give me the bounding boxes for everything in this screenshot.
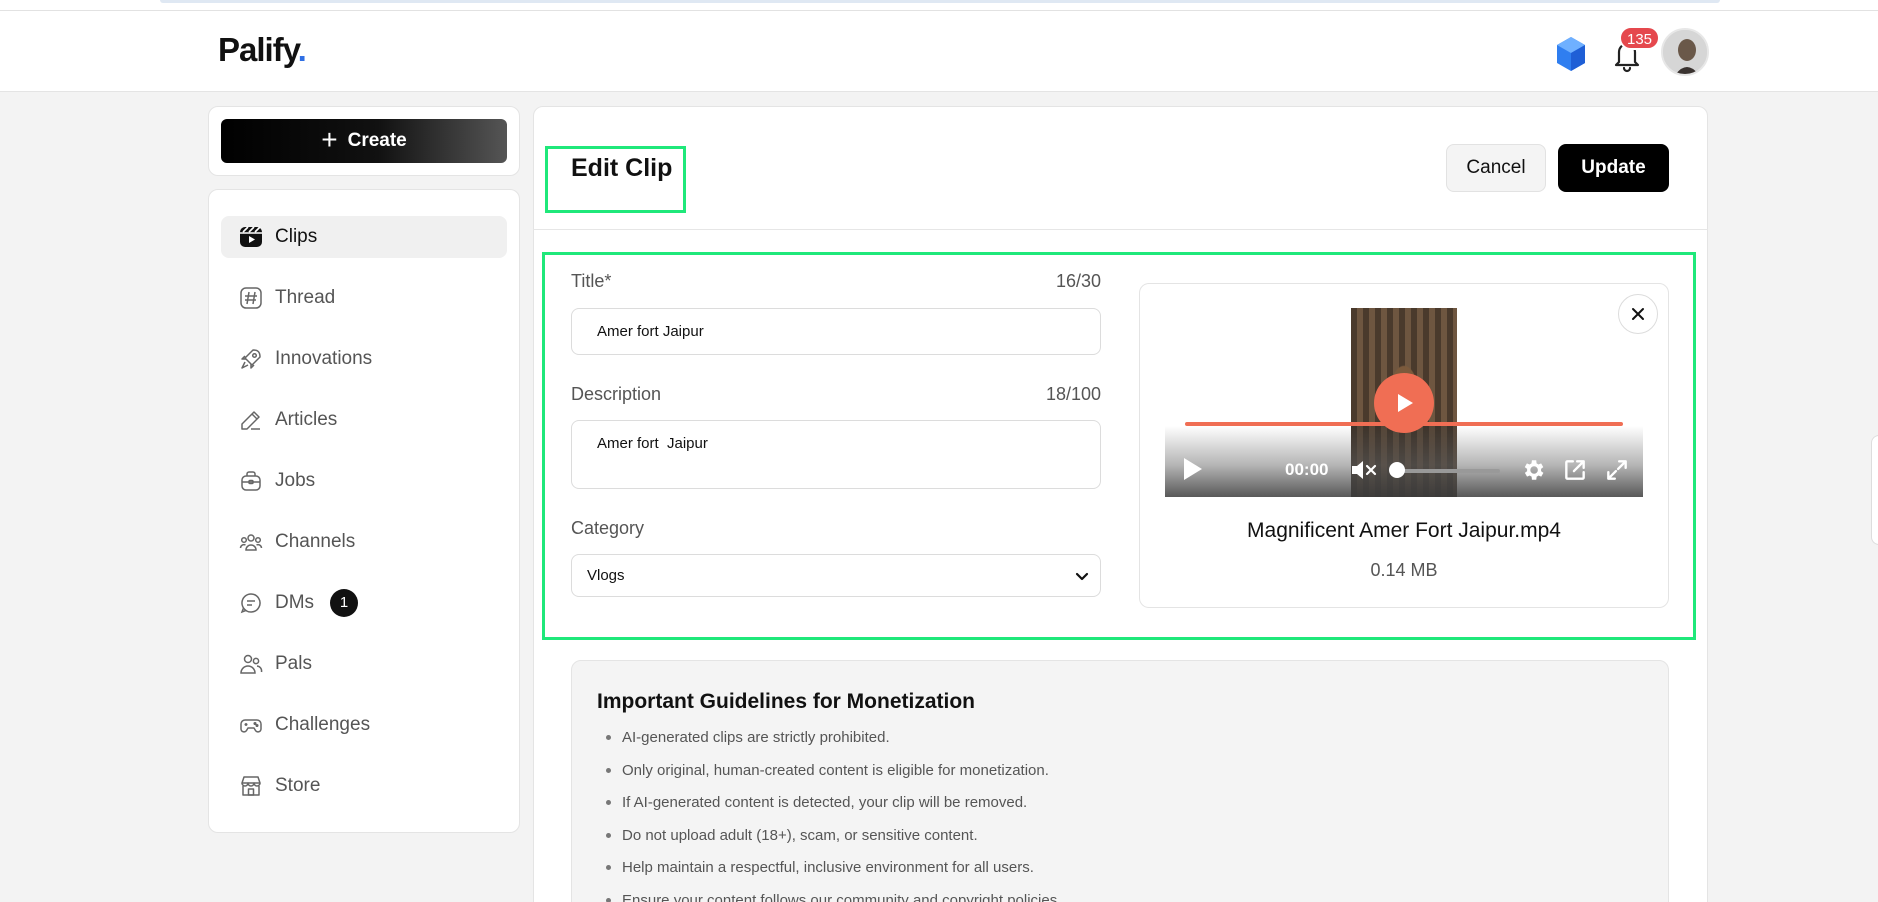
logo[interactable]: Palify. <box>218 31 307 69</box>
avatar-image <box>1663 30 1707 74</box>
volume-slider[interactable] <box>1390 469 1500 473</box>
clips-icon <box>239 225 263 249</box>
play-icon[interactable] <box>1181 456 1205 482</box>
gem-icon[interactable] <box>1554 35 1588 73</box>
briefcase-icon <box>239 469 263 493</box>
sidebar-item-label: DMs <box>275 592 315 613</box>
volume-slider-handle[interactable] <box>1389 462 1405 478</box>
fullscreen-icon[interactable] <box>1604 457 1630 483</box>
guidelines-title: Important Guidelines for Monetization <box>597 690 975 713</box>
app-header: Palify. 135 <box>0 11 1878 92</box>
sidebar-item-label: Articles <box>275 409 338 430</box>
avatar[interactable] <box>1661 28 1709 76</box>
big-play-button[interactable] <box>1374 373 1434 433</box>
sidebar-item-articles[interactable]: Articles <box>221 399 507 441</box>
store-icon <box>239 774 263 798</box>
sidebar-item-label: Jobs <box>275 470 316 491</box>
dm-count-badge: 1 <box>330 589 359 617</box>
description-label: Description <box>571 384 662 404</box>
rocket-icon <box>239 347 263 371</box>
title-label: Title* <box>571 271 612 291</box>
cancel-button[interactable]: Cancel <box>1446 144 1546 192</box>
people-icon <box>239 652 263 676</box>
guideline-item: Ensure your content follows our communit… <box>600 890 1061 902</box>
mute-icon[interactable] <box>1350 458 1378 482</box>
sidebar-item-dms[interactable]: DMs 1 <box>221 582 507 624</box>
sidebar-nav: Clips Thread Innovations Articles Jobs C… <box>208 189 520 833</box>
sidebar-item-label: Pals <box>275 653 312 674</box>
browser-address-strip <box>160 0 1720 3</box>
header-divider <box>533 229 1708 230</box>
sidebar-item-thread[interactable]: Thread <box>221 277 507 319</box>
sidebar-item-store[interactable]: Store <box>221 765 507 807</box>
sidebar-item-jobs[interactable]: Jobs <box>221 460 507 502</box>
sidebar-item-channels[interactable]: Channels <box>221 521 507 563</box>
sidebar-item-label: Innovations <box>275 348 373 369</box>
guideline-item: If AI-generated content is detected, you… <box>600 792 1061 825</box>
page-title: Edit Clip <box>571 154 673 182</box>
description-textarea[interactable]: Amer fort Jaipur <box>571 420 1101 489</box>
logo-text: Palify <box>218 31 299 68</box>
title-char-count: 16/30 <box>1055 271 1101 291</box>
sidebar-item-pals[interactable]: Pals <box>221 643 507 685</box>
create-card: + Create <box>208 106 520 176</box>
popout-icon[interactable] <box>1562 457 1588 483</box>
category-label: Category <box>571 518 645 538</box>
sidebar-item-label: Challenges <box>275 714 371 735</box>
create-button-label: Create <box>347 130 407 151</box>
guideline-item: Only original, human-created content is … <box>600 760 1061 793</box>
video-file-name: Magnificent Amer Fort Jaipur.mp4 <box>1247 519 1561 542</box>
sidebar-item-challenges[interactable]: Challenges <box>221 704 507 746</box>
create-button[interactable]: + Create <box>221 119 507 163</box>
chat-icon <box>239 591 263 615</box>
sidebar-item-label: Store <box>275 775 321 796</box>
sidebar-item-label: Clips <box>275 226 318 247</box>
sidebar-item-label: Thread <box>275 287 336 308</box>
group-icon <box>239 530 263 554</box>
chevron-down-icon <box>1075 572 1089 581</box>
gamepad-icon <box>239 713 263 737</box>
title-input[interactable] <box>571 308 1101 355</box>
play-icon <box>1398 394 1413 412</box>
sidebar-item-innovations[interactable]: Innovations <box>221 338 507 380</box>
video-file-size: 0.14 MB <box>1370 560 1438 580</box>
description-char-count: 18/100 <box>1045 384 1101 404</box>
category-selected-value: Vlogs <box>587 567 625 584</box>
guideline-item: AI-generated clips are strictly prohibit… <box>600 727 1061 760</box>
category-select[interactable]: Vlogs <box>571 554 1101 597</box>
notification-badge: 135 <box>1619 26 1661 50</box>
pencil-icon <box>239 408 263 432</box>
video-player[interactable]: 00:00 <box>1165 308 1643 497</box>
guideline-item: Help maintain a respectful, inclusive en… <box>600 857 1061 890</box>
sidebar-item-clips[interactable]: Clips <box>221 216 507 258</box>
hashtag-icon <box>239 286 263 310</box>
plus-icon: + <box>321 123 338 155</box>
logo-dot: . <box>297 31 307 68</box>
sidebar-item-label: Channels <box>275 531 356 552</box>
guidelines-list: AI-generated clips are strictly prohibit… <box>600 727 1061 902</box>
guideline-item: Do not upload adult (18+), scam, or sens… <box>600 825 1061 858</box>
gear-icon[interactable] <box>1520 457 1546 483</box>
video-current-time: 00:00 <box>1285 460 1329 479</box>
update-button[interactable]: Update <box>1558 144 1669 192</box>
side-drawer-tab[interactable] <box>1871 435 1878 545</box>
browser-top-strip <box>0 0 1878 11</box>
